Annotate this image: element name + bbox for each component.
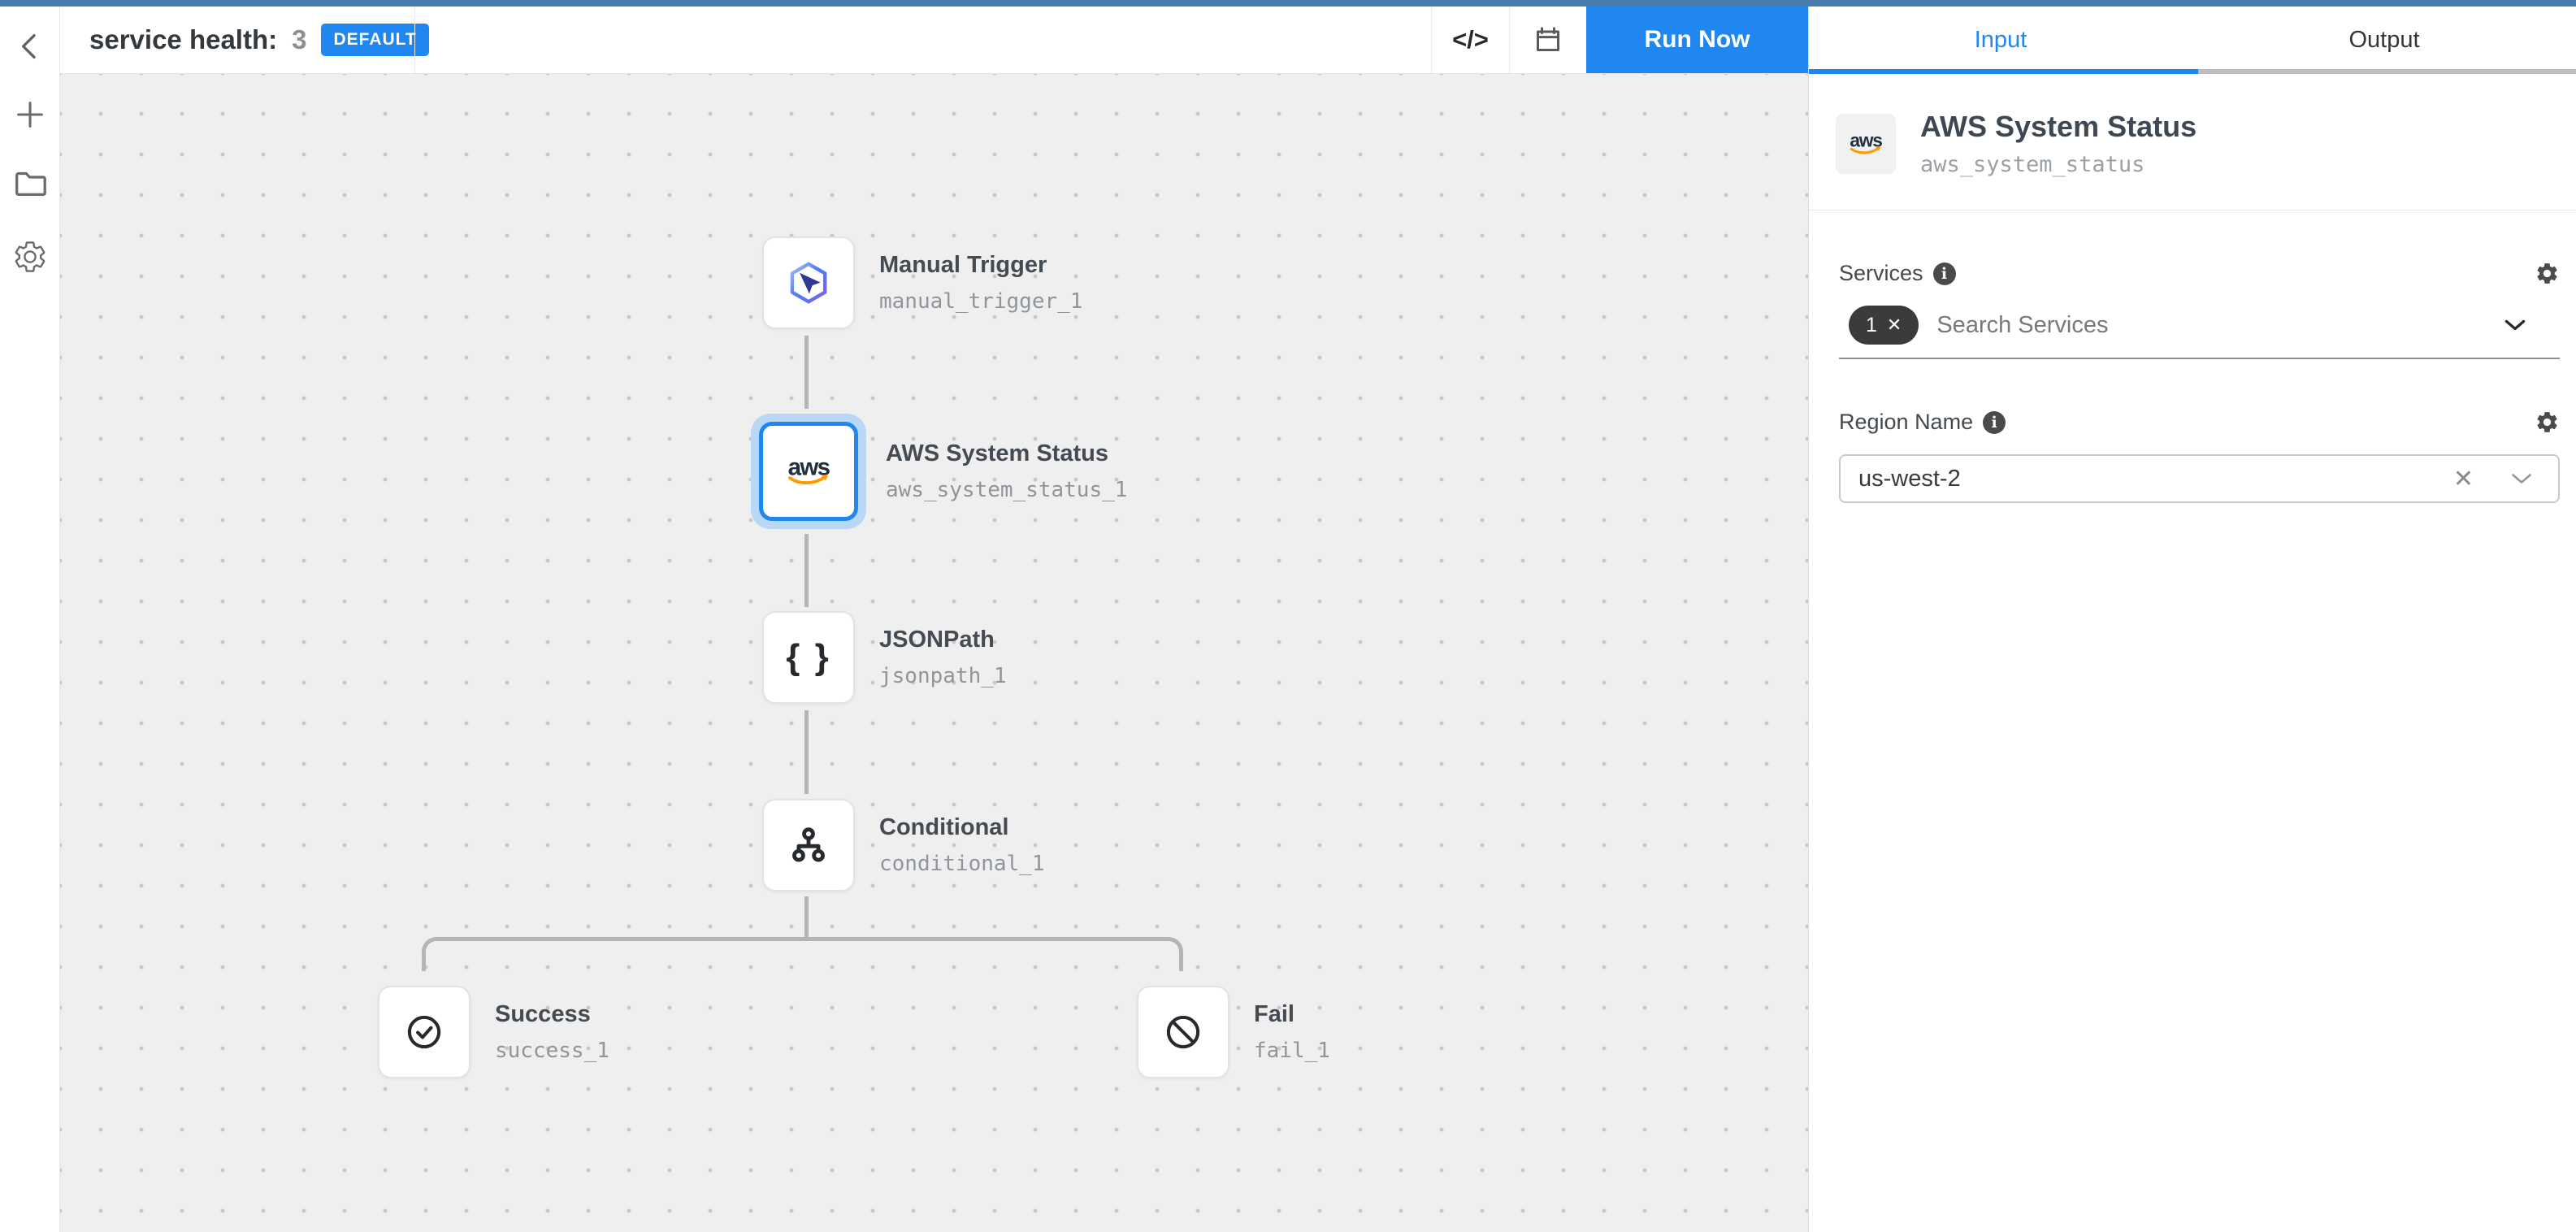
folder-icon xyxy=(11,165,49,202)
node-label-success: Success success_1 xyxy=(495,986,609,1078)
region-field: Region Name i ✕ xyxy=(1839,410,2560,503)
run-now-button[interactable]: Run Now xyxy=(1586,7,1808,73)
playbook-title-group: service health: 3 DEFAULT xyxy=(89,7,429,73)
panel-node-title: AWS System Status xyxy=(1920,110,2197,144)
info-icon[interactable]: i xyxy=(1933,262,1956,285)
prohibited-icon xyxy=(1160,1009,1207,1056)
files-button[interactable] xyxy=(11,165,49,202)
node-aws-system-status-box xyxy=(759,422,858,521)
playbook-run-count: 3 xyxy=(292,24,306,55)
panel-node-id: aws_system_status xyxy=(1920,152,2197,177)
node-title: AWS System Status xyxy=(886,440,1127,467)
chevron-down-icon[interactable] xyxy=(2504,319,2526,332)
aws-logo-icon xyxy=(1844,130,1888,158)
top-bar: service health: 3 DEFAULT </> Run Now xyxy=(60,7,1808,74)
gear-icon xyxy=(12,239,48,275)
panel-node-titles: AWS System Status aws_system_status xyxy=(1920,110,2197,177)
default-badge: DEFAULT xyxy=(321,24,428,56)
add-node-button[interactable] xyxy=(11,96,49,133)
chevron-left-icon xyxy=(14,28,46,65)
gear-icon xyxy=(2535,261,2560,286)
node-config-panel: Input Output AWS System Status aws_syste… xyxy=(1808,7,2576,1232)
node-label-jsonpath: JSONPath jsonpath_1 xyxy=(879,611,1007,704)
node-label-conditional: Conditional conditional_1 xyxy=(879,799,1045,891)
node-title: Success xyxy=(495,1001,609,1028)
aws-logo-badge xyxy=(1836,114,1896,174)
schedule-button[interactable] xyxy=(1509,7,1586,73)
node-label-fail: Fail fail_1 xyxy=(1254,986,1330,1078)
node-conditional[interactable] xyxy=(762,799,855,891)
aws-logo-icon xyxy=(780,453,837,489)
view-code-button[interactable]: </> xyxy=(1431,7,1509,73)
services-multiselect[interactable]: 1 ✕ xyxy=(1839,306,2560,359)
connector-jsonpath-to-conditional xyxy=(804,710,809,794)
node-manual-trigger[interactable] xyxy=(762,236,855,329)
tab-underline-track xyxy=(2198,69,2576,74)
chip-remove-icon[interactable]: ✕ xyxy=(1887,315,1902,336)
node-aws-system-status-selected[interactable] xyxy=(751,414,866,529)
node-id: success_1 xyxy=(495,1039,609,1063)
gear-icon xyxy=(2535,410,2560,435)
node-id: conditional_1 xyxy=(879,852,1045,876)
node-fail[interactable] xyxy=(1137,986,1229,1078)
chevron-down-icon[interactable] xyxy=(2511,473,2532,485)
node-title: Manual Trigger xyxy=(879,252,1082,279)
node-label-aws-system-status: AWS System Status aws_system_status_1 xyxy=(886,414,1127,529)
node-id: aws_system_status_1 xyxy=(886,478,1127,502)
node-title: Conditional xyxy=(879,814,1045,841)
search-services-input[interactable] xyxy=(1936,312,2504,339)
plus-icon xyxy=(11,96,49,133)
panel-tabs: Input Output xyxy=(1809,7,2576,74)
node-title: Fail xyxy=(1254,1001,1330,1028)
branch-icon xyxy=(785,822,832,869)
region-label-row: Region Name i xyxy=(1839,410,2560,435)
services-field: Services i 1 ✕ xyxy=(1839,261,2560,359)
clear-icon[interactable]: ✕ xyxy=(2453,465,2474,493)
back-button[interactable] xyxy=(11,28,49,65)
services-label-row: Services i xyxy=(1839,261,2560,286)
calendar-icon xyxy=(1532,24,1564,56)
node-id: fail_1 xyxy=(1254,1039,1330,1063)
region-settings-button[interactable] xyxy=(2535,410,2560,435)
check-circle-icon xyxy=(401,1009,448,1056)
node-id: manual_trigger_1 xyxy=(879,289,1082,314)
info-icon[interactable]: i xyxy=(1983,411,2006,434)
panel-form: Services i 1 ✕ xyxy=(1809,261,2576,503)
top-accent-strip xyxy=(0,0,2576,7)
region-value-input[interactable] xyxy=(1858,466,2453,492)
left-toolbar xyxy=(0,7,60,1232)
node-jsonpath[interactable]: { } xyxy=(762,611,855,704)
node-label-manual-trigger: Manual Trigger manual_trigger_1 xyxy=(879,236,1082,329)
connector-trigger-to-aws xyxy=(804,336,809,409)
node-title: JSONPath xyxy=(879,627,1007,653)
workflow-editor-app: service health: 3 DEFAULT </> Run Now xyxy=(0,0,2576,1232)
services-settings-button[interactable] xyxy=(2535,261,2560,286)
region-select[interactable]: ✕ xyxy=(1839,454,2560,503)
region-label: Region Name xyxy=(1839,410,1973,435)
tab-input[interactable]: Input xyxy=(1809,7,2192,74)
connector-conditional-stub xyxy=(804,896,809,939)
settings-button[interactable] xyxy=(11,238,49,275)
selected-count-chip[interactable]: 1 ✕ xyxy=(1849,306,1919,345)
code-icon: </> xyxy=(1452,25,1489,54)
playbook-title[interactable]: service health: xyxy=(89,24,277,55)
connector-aws-to-jsonpath xyxy=(804,534,809,607)
workflow-canvas[interactable]: Manual Trigger manual_trigger_1 AWS Syst… xyxy=(60,74,1808,1232)
services-label: Services xyxy=(1839,261,1923,286)
node-success[interactable] xyxy=(378,986,471,1078)
active-tab-underline xyxy=(1809,69,2198,74)
tab-output[interactable]: Output xyxy=(2192,7,2576,74)
chip-count: 1 xyxy=(1866,314,1877,337)
manual-trigger-icon xyxy=(783,258,834,308)
title-input-divider xyxy=(414,7,415,73)
panel-node-header: AWS System Status aws_system_status xyxy=(1809,74,2576,210)
connector-branch-bracket xyxy=(422,937,1183,971)
curly-braces-icon: { } xyxy=(786,637,830,678)
node-id: jsonpath_1 xyxy=(879,664,1007,688)
